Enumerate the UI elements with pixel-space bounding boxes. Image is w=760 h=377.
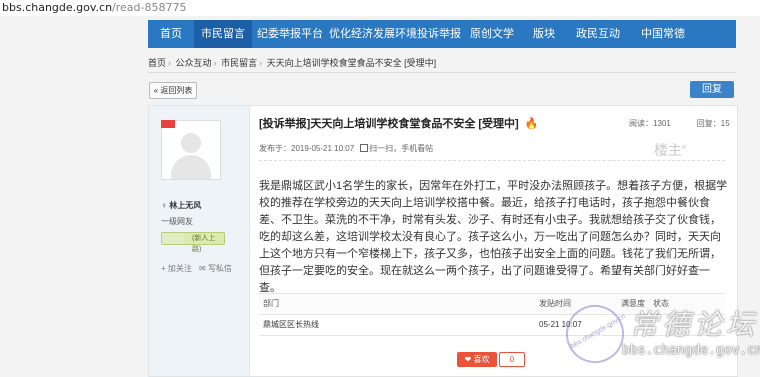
main-nav: 首页 市民留言 纪委举报平台 优化经济发展环境投诉举报 原创文学 版块 政民互动…: [148, 20, 736, 48]
post-meta: 发布于：2019-05-21 10:07 扫一扫，手机看帖: [259, 143, 433, 154]
like-button[interactable]: ❤ 喜欢: [457, 352, 497, 367]
watermark-logo: 常德论坛: [630, 308, 759, 341]
reply-count: 回复：15: [696, 119, 730, 128]
post-body: 我是鼎城区武小1名学生的家长，因常年在外打工，平时没办法照顾孩子。想着孩子方便，…: [259, 180, 728, 294]
qr-code-icon[interactable]: [360, 144, 369, 152]
breadcrumb: 首页 › 公众互动 › 市民留言 › 天天向上培训学校食堂食品不安全 [受理中]: [148, 54, 736, 73]
author-panel: ♀ 林上无风 一级网友 (新人上路) + 加关注 ✉ 写私信: [149, 106, 250, 376]
post-title: [投诉举报]天天向上培训学校食堂食品不安全 [受理中] 🔥: [259, 118, 539, 130]
breadcrumb-home[interactable]: 首页: [148, 58, 166, 68]
breadcrumb-citizen[interactable]: 市民留言: [221, 58, 257, 68]
nav-item-boards[interactable]: 版块: [522, 20, 566, 48]
breadcrumb-current: 天天向上培训学校食堂食品不安全 [受理中]: [266, 58, 437, 68]
url-domain: bbs.changde.gov.cn: [2, 1, 113, 14]
nav-item-home[interactable]: 首页: [148, 20, 194, 48]
scan-link[interactable]: 扫一扫，手机看帖: [369, 144, 433, 153]
back-to-list-button[interactable]: « 返回列表: [149, 82, 197, 99]
watermark-url: bbs.changde.gov.cn: [622, 343, 760, 358]
breadcrumb-public[interactable]: 公众互动: [176, 58, 212, 68]
author-badge: (新人上路): [161, 232, 225, 253]
reply-button[interactable]: 回复: [690, 81, 734, 98]
table-header-dept: 部门: [263, 299, 279, 308]
nav-item-gov-interaction[interactable]: 政民互动: [566, 20, 630, 48]
post-stats: 阅读：1301 回复：15: [629, 118, 730, 129]
nav-item-literature[interactable]: 原创文学: [462, 20, 522, 48]
address-bar[interactable]: bbs.changde.gov.cn/read-858775: [0, 0, 760, 16]
forum-watermark: bbs.changde.gov.cn 常德论坛 bbs.changde.gov.…: [555, 294, 760, 374]
view-count: 阅读：1301: [629, 119, 671, 128]
floor-label: 楼主#: [654, 142, 686, 158]
private-message-link[interactable]: ✉ 写私信: [199, 263, 232, 274]
hot-fire-icon: 🔥: [524, 118, 539, 130]
online-tag-icon: [161, 120, 175, 128]
nav-item-china-changde[interactable]: 中国常德: [630, 20, 696, 48]
avatar[interactable]: [161, 120, 221, 180]
nav-item-discipline-report[interactable]: 纪委举报平台: [252, 20, 328, 48]
follow-link[interactable]: + 加关注: [161, 263, 192, 274]
watermark-seal: bbs.changde.gov.cn: [555, 294, 635, 374]
table-cell-dept: 鼎城区区长热线: [263, 320, 319, 329]
publish-time: 发布于：2019-05-21 10:07: [259, 144, 355, 153]
url-path: /read-858775: [112, 1, 187, 14]
like-count: 0: [499, 352, 525, 367]
author-name[interactable]: ♀ 林上无风: [161, 200, 201, 211]
nav-item-economic-complaints[interactable]: 优化经济发展环境投诉举报: [328, 20, 462, 48]
divider: [259, 160, 725, 161]
nav-item-citizen-messages[interactable]: 市民留言: [194, 20, 252, 48]
envelope-icon: ✉: [199, 264, 208, 273]
author-group: 一级网友: [161, 217, 193, 226]
